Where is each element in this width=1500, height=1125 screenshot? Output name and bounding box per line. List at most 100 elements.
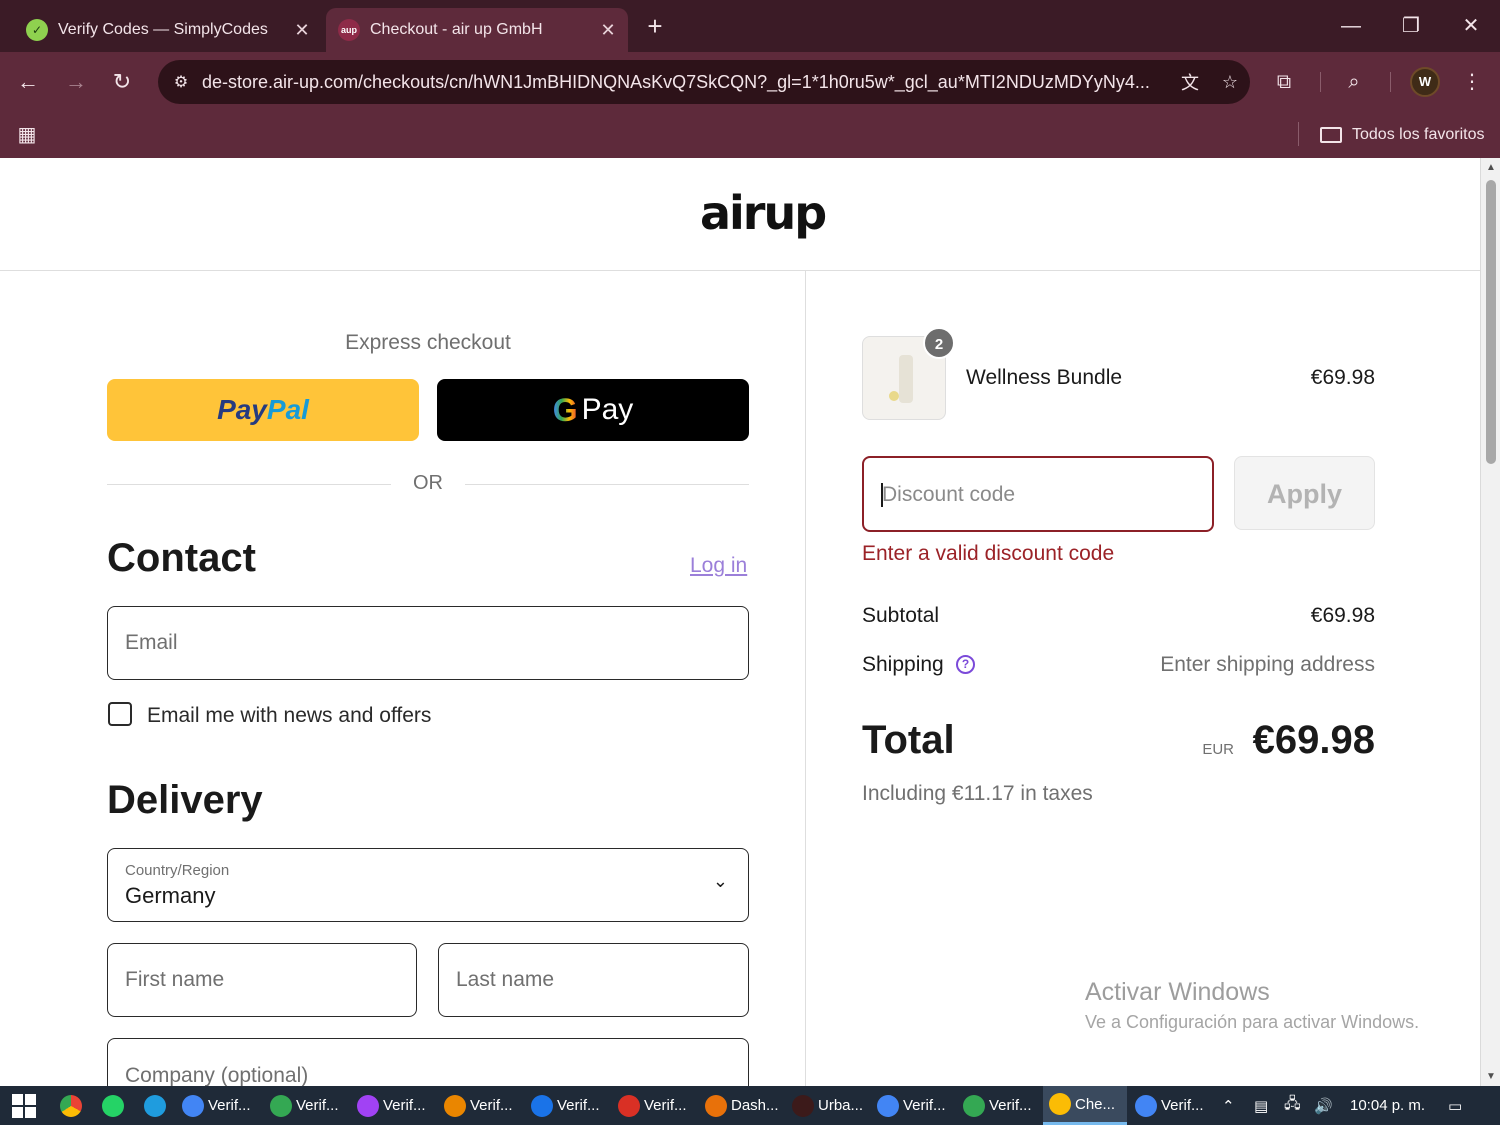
taskbar-app[interactable]: Verif... xyxy=(176,1086,251,1125)
apps-grid-icon[interactable]: ▦ xyxy=(14,122,40,148)
chrome-icon xyxy=(705,1094,727,1117)
taskbar-chrome-icon[interactable] xyxy=(54,1086,86,1125)
taskbar-app-label: Verif... xyxy=(557,1097,600,1114)
help-icon[interactable]: ? xyxy=(956,655,975,674)
windows-start-icon[interactable] xyxy=(12,1094,36,1118)
tray-chevron-icon[interactable]: ⌃ xyxy=(1222,1086,1235,1125)
forward-icon[interactable]: → xyxy=(60,66,92,98)
tab-simplycodes[interactable]: ✓ Verify Codes — SimplyCodes ✕ xyxy=(14,8,322,52)
fruit-image xyxy=(889,391,899,401)
notifications-icon[interactable]: ▭ xyxy=(1448,1086,1462,1125)
taskbar-app[interactable]: Dash... xyxy=(699,1086,779,1125)
network-icon[interactable]: 🖧 xyxy=(1284,1086,1301,1125)
discount-code-input[interactable]: Discount code xyxy=(862,456,1214,532)
taskbar-app-label: Verif... xyxy=(1161,1097,1204,1114)
currency-code: EUR xyxy=(1202,741,1234,758)
windows-watermark-title: Activar Windows xyxy=(1085,978,1270,1006)
clock[interactable]: 10:04 p. m. xyxy=(1350,1086,1425,1125)
new-tab-button[interactable]: + xyxy=(640,12,670,42)
scroll-up-icon[interactable]: ▲ xyxy=(1486,162,1496,173)
newsletter-label[interactable]: Email me with news and offers xyxy=(147,704,431,728)
star-icon[interactable]: ☆ xyxy=(1210,72,1250,93)
taskbar-app-label: Verif... xyxy=(903,1097,946,1114)
google-pay-button[interactable]: G Pay xyxy=(437,379,749,441)
tab-search-icon[interactable]: ⌕ xyxy=(1338,66,1370,98)
paypal-logo-part: Pay xyxy=(217,394,267,425)
all-bookmarks-button[interactable]: Todos los favoritos xyxy=(1320,122,1485,148)
menu-icon[interactable]: ⋮ xyxy=(1456,66,1488,98)
taskbar-app-label: Verif... xyxy=(296,1097,339,1114)
divider-line xyxy=(107,484,391,485)
toolbar-divider xyxy=(1390,72,1391,92)
chrome-icon xyxy=(877,1094,899,1117)
subtotal-value: €69.98 xyxy=(1310,604,1375,627)
close-icon[interactable]: ✕ xyxy=(288,20,316,41)
tray-app-icon[interactable]: ▤ xyxy=(1254,1086,1268,1125)
bookmarks-divider xyxy=(1298,122,1299,146)
profile-avatar[interactable]: W xyxy=(1410,67,1440,97)
url-text[interactable]: de-store.air-up.com/checkouts/cn/hWN1JmB… xyxy=(202,72,1170,93)
paypal-button[interactable]: Pay Pal xyxy=(107,379,419,441)
subtotal-label: Subtotal xyxy=(862,604,940,627)
address-bar[interactable]: ⚙ de-store.air-up.com/checkouts/cn/hWN1J… xyxy=(158,60,1250,104)
chrome-icon xyxy=(618,1094,640,1117)
first-name-field[interactable]: First name xyxy=(107,943,417,1017)
email-field[interactable]: Email xyxy=(107,606,749,680)
last-name-placeholder: Last name xyxy=(456,968,555,991)
taskbar-app[interactable]: Verif... xyxy=(1129,1086,1204,1125)
apply-discount-button[interactable]: Apply xyxy=(1234,456,1375,530)
chrome-icon xyxy=(531,1094,553,1117)
newsletter-checkbox[interactable] xyxy=(108,702,132,726)
taskbar-edge-icon[interactable] xyxy=(138,1086,170,1125)
back-icon[interactable]: ← xyxy=(12,66,44,98)
taskbar-app[interactable]: Verif... xyxy=(351,1086,426,1125)
shipping-value: Enter shipping address xyxy=(1160,653,1375,676)
gpay-label: Pay xyxy=(581,393,634,426)
taskbar-app[interactable]: Urba... xyxy=(786,1086,863,1125)
chrome-icon xyxy=(1049,1093,1071,1115)
translate-icon[interactable]: 文 xyxy=(1170,69,1210,95)
all-bookmarks-label: Todos los favoritos xyxy=(1352,126,1485,143)
chrome-icon xyxy=(182,1094,204,1117)
shipping-label: Shipping xyxy=(862,653,944,676)
delivery-heading: Delivery xyxy=(107,778,263,822)
last-name-field[interactable]: Last name xyxy=(438,943,749,1017)
airup-logo[interactable]: airup xyxy=(700,186,827,240)
bottle-image xyxy=(899,355,913,403)
taskbar-app[interactable]: Verif... xyxy=(957,1086,1032,1125)
taskbar-app[interactable]: Verif... xyxy=(612,1086,687,1125)
or-separator: OR xyxy=(413,472,443,494)
chrome-icon xyxy=(270,1094,292,1117)
country-label: Country/Region xyxy=(125,862,230,879)
tab-checkout[interactable]: aup Checkout - air up GmbH ✕ xyxy=(326,8,628,52)
bookmarks-bar: ▦ Todos los favoritos xyxy=(0,112,1500,158)
scroll-down-icon[interactable]: ▼ xyxy=(1486,1071,1496,1082)
taskbar-app[interactable]: Verif... xyxy=(525,1086,600,1125)
tab-title: Checkout - air up GmbH xyxy=(370,21,543,38)
extensions-icon[interactable]: ⧉ xyxy=(1268,66,1300,98)
reload-icon[interactable]: ↻ xyxy=(106,66,138,98)
site-info-icon[interactable]: ⚙ xyxy=(160,72,202,92)
airup-icon: aup xyxy=(338,19,360,41)
scroll-thumb[interactable] xyxy=(1486,180,1496,464)
browser-toolbar: ← → ↻ ⚙ de-store.air-up.com/checkouts/cn… xyxy=(0,52,1500,112)
country-select[interactable]: Country/Region Germany ⌄ xyxy=(107,848,749,922)
contact-heading: Contact xyxy=(107,536,256,580)
restore-icon[interactable]: ❐ xyxy=(1394,10,1428,42)
close-window-icon[interactable]: ✕ xyxy=(1454,10,1488,42)
page-scrollbar[interactable]: ▲ ▼ xyxy=(1480,158,1500,1086)
minimize-icon[interactable]: — xyxy=(1334,10,1368,42)
volume-icon[interactable]: 🔊 xyxy=(1314,1086,1333,1125)
close-icon[interactable]: ✕ xyxy=(594,20,622,41)
taskbar-app-active[interactable]: Che... xyxy=(1043,1086,1127,1125)
login-link[interactable]: Log in xyxy=(690,554,747,578)
tab-title: Verify Codes — SimplyCodes xyxy=(58,21,268,38)
taskbar-app[interactable]: Verif... xyxy=(871,1086,946,1125)
taskbar-app-label: Verif... xyxy=(644,1097,687,1114)
taskbar-app[interactable]: Verif... xyxy=(438,1086,513,1125)
taskbar-whatsapp-icon[interactable] xyxy=(96,1086,128,1125)
company-field[interactable]: Company (optional) xyxy=(107,1038,749,1086)
taskbar-app-label: Dash... xyxy=(731,1097,779,1114)
taskbar-app[interactable]: Verif... xyxy=(264,1086,339,1125)
page-header: airup xyxy=(0,158,1480,271)
